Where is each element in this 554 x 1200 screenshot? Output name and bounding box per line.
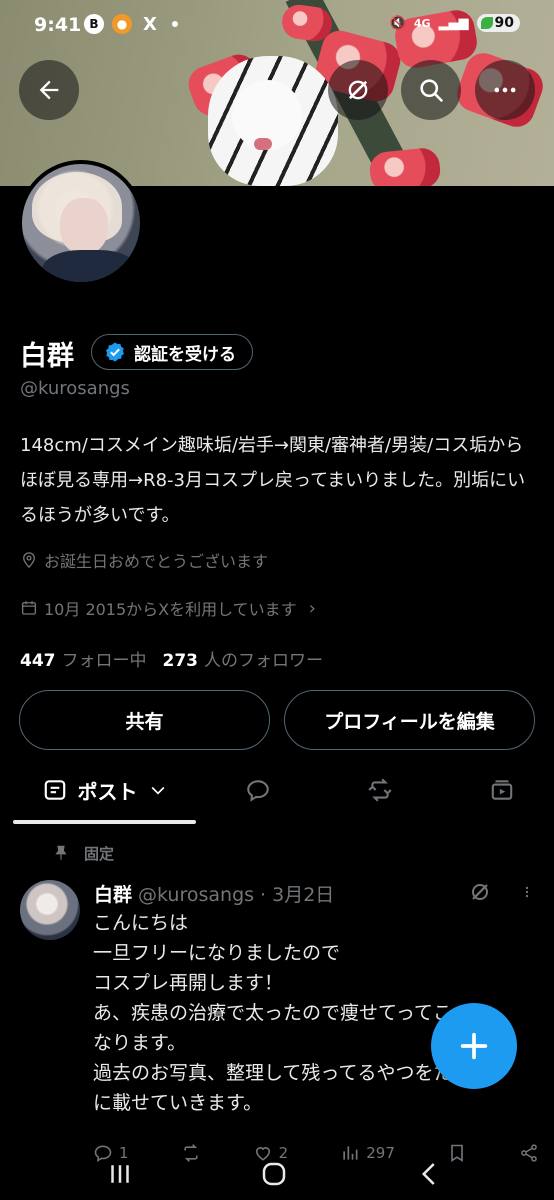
get-verified-button[interactable]: 認証を受ける — [91, 334, 253, 370]
post-author-avatar[interactable] — [20, 880, 80, 940]
tab-replies[interactable] — [228, 760, 288, 820]
battery-level: 90 — [494, 15, 514, 31]
replies-tab-icon — [247, 780, 269, 802]
post-date[interactable]: · 3月2日 — [260, 880, 334, 907]
compose-post-button[interactable] — [431, 1003, 517, 1089]
chevron-down-icon — [151, 786, 164, 795]
location-icon — [23, 552, 35, 569]
post-header: 白群 @kurosangs · 3月2日 — [94, 880, 334, 907]
joined-text: 10月 2015からXを利用しています — [44, 600, 297, 619]
grok-button[interactable] — [328, 60, 388, 120]
post-line: コスプレ再開します！ — [93, 972, 284, 994]
system-back-icon — [421, 1163, 435, 1185]
pinned-label: 固定 — [84, 844, 115, 863]
more-button[interactable] — [475, 60, 535, 120]
tab-posts-label: ポスト — [77, 779, 138, 804]
profile-tabs: ポスト — [0, 760, 554, 824]
tab-media[interactable] — [472, 760, 532, 820]
back-arrow-icon — [39, 80, 59, 100]
status-time: 9:41 — [34, 14, 82, 36]
following-count[interactable]: 447 — [20, 651, 56, 671]
battery-leaf-icon — [480, 17, 493, 29]
system-navigation-bar — [0, 1140, 554, 1200]
followers-count[interactable]: 273 — [163, 651, 199, 671]
profile-display-name: 白群 — [20, 341, 74, 372]
banner-tiger-nose — [254, 138, 272, 150]
plus-icon — [460, 1032, 488, 1060]
post-author-handle[interactable]: @kurosangs — [138, 884, 254, 906]
more-icon — [494, 87, 516, 93]
status-app-icons: B ● X — [84, 13, 178, 35]
home-button[interactable] — [254, 1154, 294, 1194]
home-icon — [262, 1162, 286, 1186]
notification-dot-icon — [172, 21, 178, 27]
recent-apps-icon — [111, 1165, 129, 1183]
app-orange-icon: ● — [112, 14, 132, 34]
app-b-icon: B — [84, 14, 104, 34]
chevron-right-icon: › — [308, 597, 316, 619]
post-more-icon[interactable] — [520, 880, 534, 904]
calendar-icon — [21, 601, 37, 615]
battery-indicator: 90 — [476, 14, 520, 32]
verified-badge-icon — [106, 342, 124, 362]
profile-avatar[interactable] — [18, 160, 144, 286]
share-button[interactable]: 共有 — [19, 690, 270, 750]
follow-stats: 447 フォロー中 273 人のフォロワー — [20, 646, 323, 671]
signal-icon: ▂▄▆ — [438, 15, 469, 31]
post-author-name[interactable]: 白群 — [94, 880, 132, 907]
mute-icon: 🔇 — [389, 15, 406, 31]
post-line: に載せていきます。 — [93, 1092, 263, 1114]
recent-apps-button[interactable] — [100, 1154, 140, 1194]
tab-posts[interactable]: ポスト — [13, 760, 196, 820]
profile-location: お誕生日おめでとうございます — [20, 548, 268, 572]
avatar-face — [60, 198, 108, 254]
search-icon — [420, 79, 443, 102]
following-label[interactable]: フォロー中 — [62, 646, 147, 671]
get-verified-label: 認証を受ける — [134, 344, 236, 365]
avatar-body — [42, 250, 138, 282]
search-button[interactable] — [401, 60, 461, 120]
pin-icon — [55, 845, 67, 860]
post-header-icons — [468, 880, 534, 904]
edit-profile-button[interactable]: プロフィールを編集 — [284, 690, 535, 750]
post-line: こんにちは — [93, 912, 189, 934]
status-bar: 9:41 B ● X 🔇 4G ▂▄▆ 90 — [0, 0, 554, 52]
pinned-label-row: 固定 — [52, 842, 114, 864]
followers-label[interactable]: 人のフォロワー — [204, 646, 323, 671]
back-button[interactable] — [19, 60, 79, 120]
active-tab-indicator — [13, 820, 196, 824]
x-app-icon: X — [143, 13, 157, 35]
grok-icon — [348, 80, 368, 100]
location-text: お誕生日おめでとうございます — [44, 552, 269, 571]
profile-bio: 148cm/コスメイン趣味垢/岩手→関東/審神者/男装/コス垢からほぼ見る専用→… — [20, 435, 526, 526]
grok-post-icon[interactable] — [468, 880, 492, 904]
repost-tab-icon — [368, 778, 392, 802]
media-tab-icon — [491, 780, 513, 800]
posts-tab-icon — [44, 780, 65, 800]
profile-handle: @kurosangs — [20, 378, 130, 399]
system-back-button[interactable] — [410, 1154, 450, 1194]
post-line: 一旦フリーになりましたので — [93, 942, 341, 964]
status-right: 🔇 4G ▂▄▆ 90 — [390, 14, 520, 32]
tab-reposts[interactable] — [350, 760, 410, 820]
network-label: 4G — [413, 16, 431, 30]
profile-joined[interactable]: 10月 2015からXを利用しています › — [20, 596, 316, 620]
